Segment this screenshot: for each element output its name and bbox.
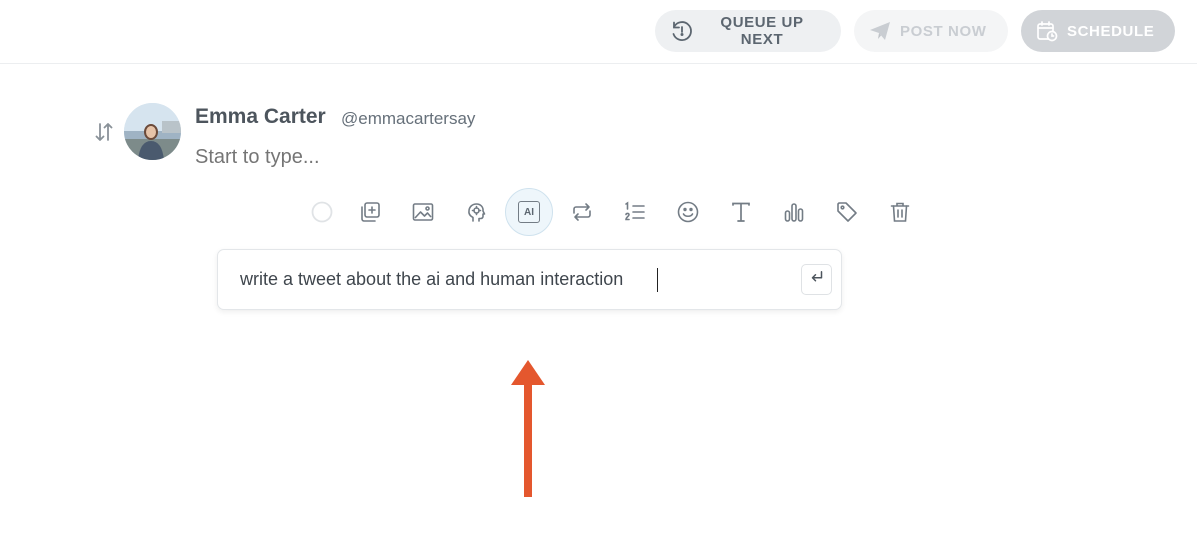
numbered-list-icon[interactable]: [611, 188, 659, 236]
schedule-button[interactable]: SCHEDULE: [1021, 10, 1175, 52]
queue-up-next-button[interactable]: QUEUE UP NEXT: [655, 10, 841, 52]
schedule-label: SCHEDULE: [1067, 22, 1155, 40]
author-handle: @emmacartersay: [341, 109, 476, 128]
tag-icon[interactable]: [823, 188, 871, 236]
add-thread-icon[interactable]: [346, 188, 394, 236]
text-format-icon[interactable]: [717, 188, 765, 236]
poll-icon[interactable]: [770, 188, 818, 236]
trash-icon[interactable]: [876, 188, 924, 236]
post-text-input[interactable]: [195, 146, 615, 169]
ai-icon: AI: [518, 201, 540, 223]
ai-prompt-box: [217, 249, 842, 310]
ai-submit-button[interactable]: [801, 264, 832, 295]
idea-head-icon[interactable]: [452, 188, 500, 236]
annotation-arrow-icon: [508, 358, 548, 505]
image-icon[interactable]: [399, 188, 447, 236]
send-icon: [868, 19, 892, 43]
timer-icon: [669, 19, 693, 43]
top-action-bar: QUEUE UP NEXT POST NOW SCHEDULE: [0, 0, 1197, 64]
calendar-clock-icon: [1035, 19, 1059, 43]
circle-icon[interactable]: [298, 188, 346, 236]
enter-icon: [808, 268, 826, 291]
avatar: [124, 103, 181, 160]
ai-assistant-button[interactable]: AI: [505, 188, 553, 236]
text-caret: [657, 268, 658, 292]
emoji-icon[interactable]: [664, 188, 712, 236]
author-name: Emma Carter: [195, 105, 326, 128]
reorder-icon[interactable]: [92, 120, 116, 144]
post-now-button[interactable]: POST NOW: [854, 10, 1008, 52]
repeat-icon[interactable]: [558, 188, 606, 236]
post-now-label: POST NOW: [900, 22, 987, 40]
queue-up-next-label: QUEUE UP NEXT: [720, 14, 804, 48]
ai-prompt-input[interactable]: [240, 269, 780, 290]
